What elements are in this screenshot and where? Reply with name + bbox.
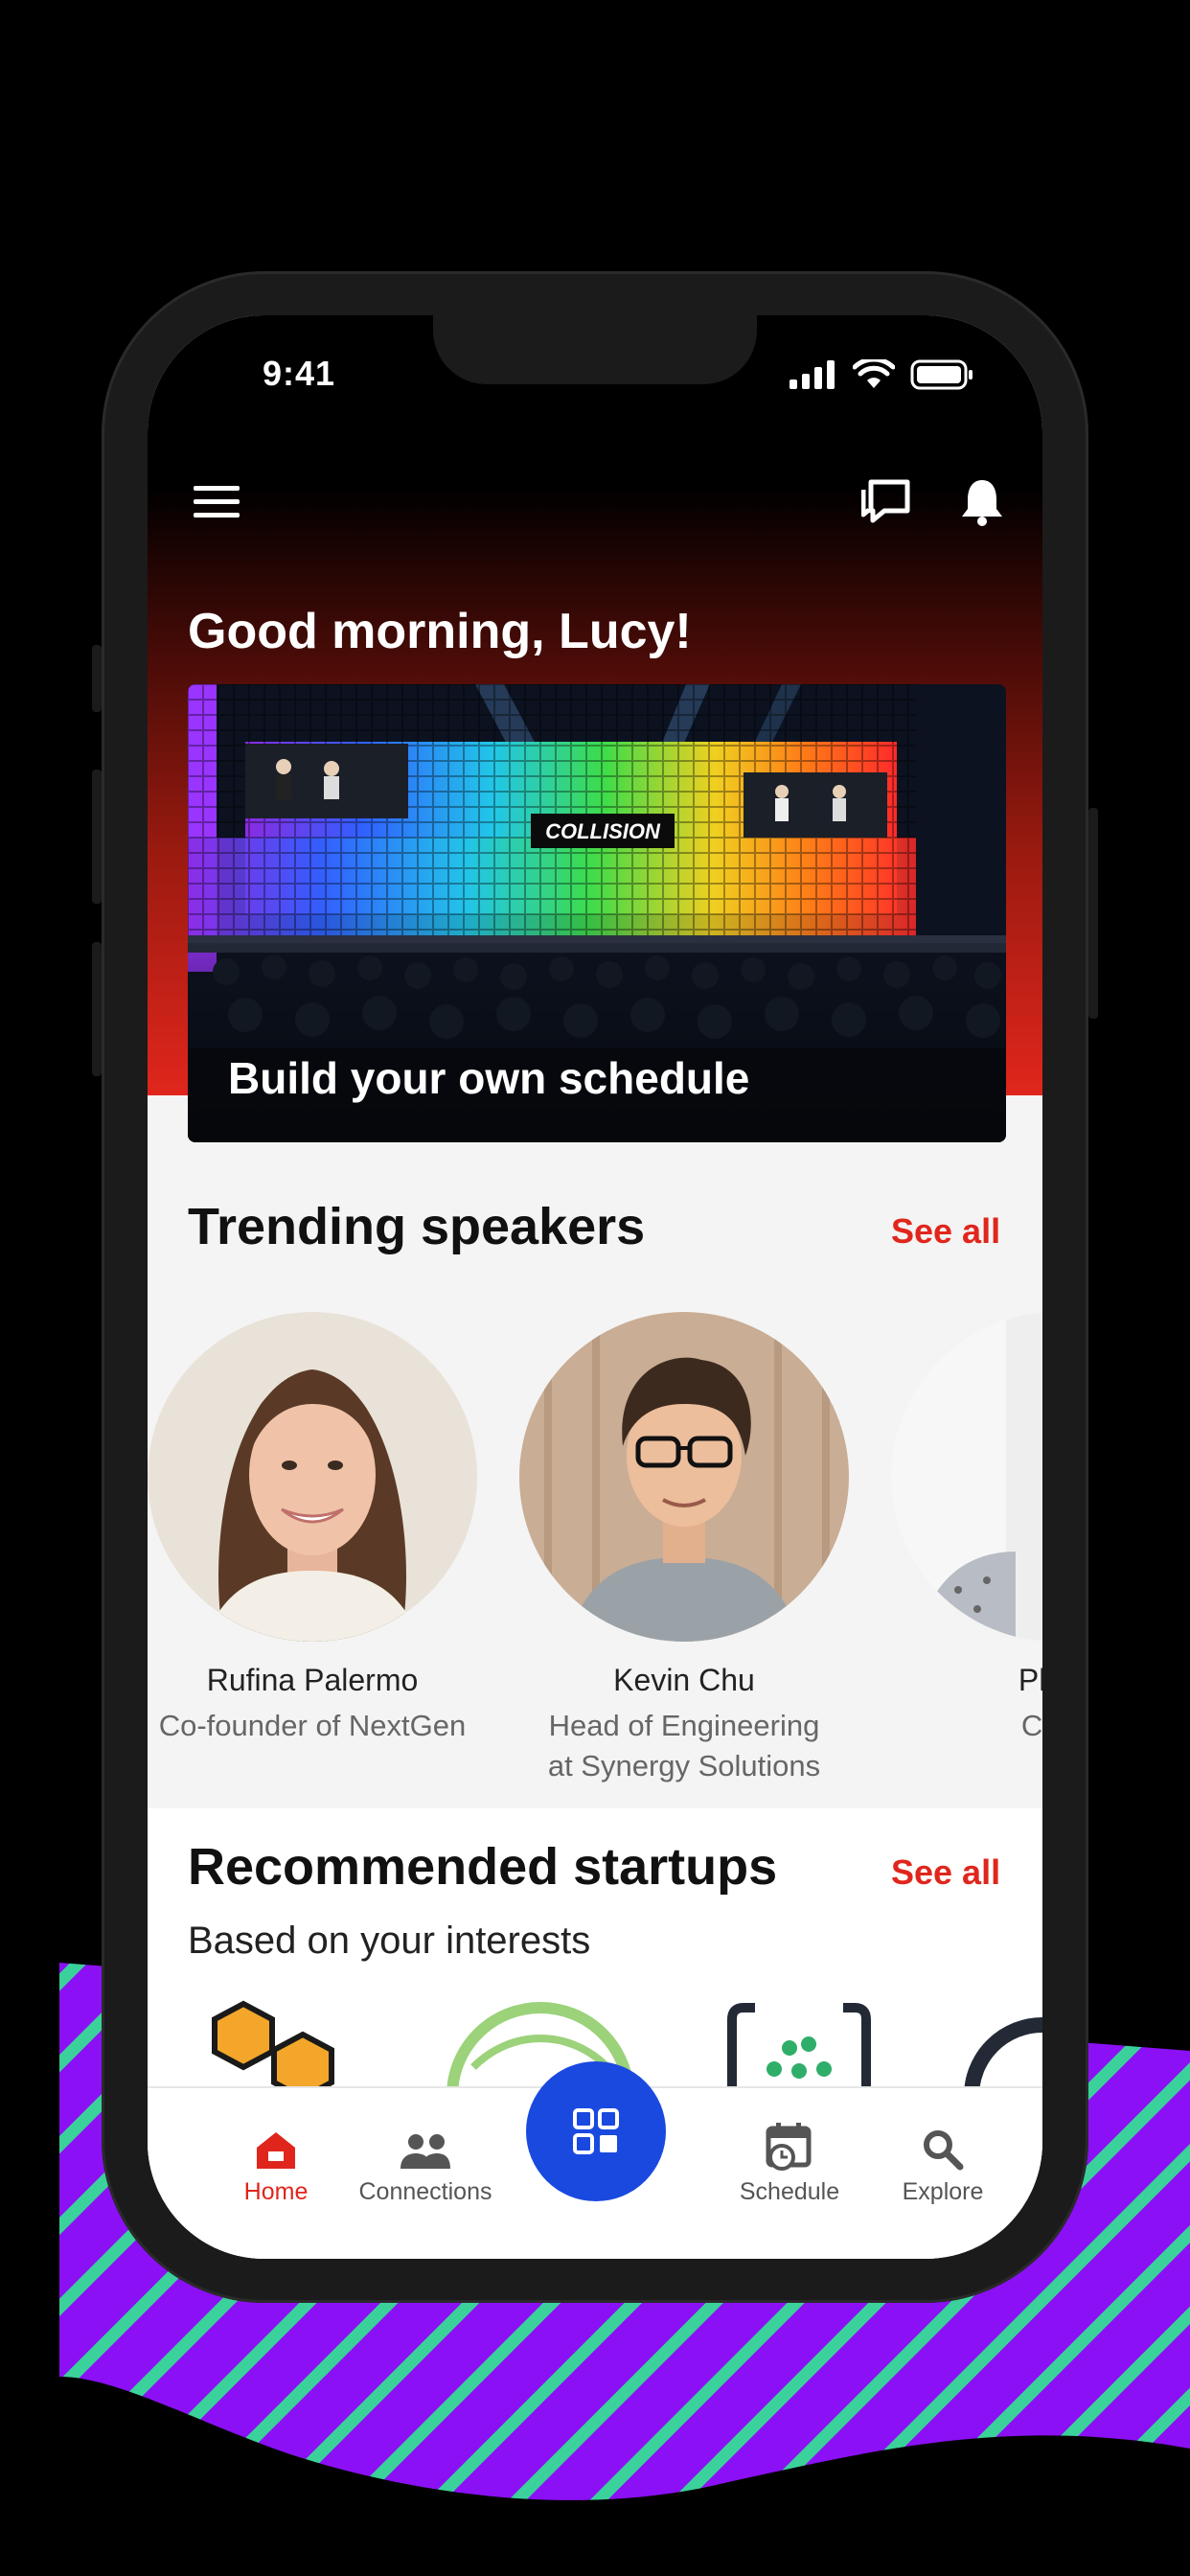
collision-sign: COLLISION (531, 814, 675, 848)
avatar (519, 1312, 849, 1642)
trending-speakers-title: Trending speakers (188, 1198, 646, 1255)
speaker-card-kevin[interactable]: Kevin Chu Head of Engineering at Synergy… (483, 1312, 885, 1786)
tab-schedule[interactable]: Schedule (722, 2123, 857, 2206)
tab-home[interactable]: Home (228, 2123, 324, 2206)
speaker-role-line1: Head of Engineering (548, 1709, 820, 1742)
qr-code-button[interactable] (526, 2061, 666, 2201)
people-icon (400, 2134, 450, 2169)
build-schedule-card[interactable]: COLLISION Build your own schedule (188, 684, 1006, 1142)
messages-button[interactable] (853, 469, 920, 536)
speakers-see-all-link[interactable]: See all (891, 1211, 1000, 1252)
volume-down-button (92, 942, 102, 1076)
search-icon (924, 2130, 964, 2171)
avatar (148, 1312, 477, 1642)
speaker-role-line2: at Synergy Solutions (547, 1749, 821, 1782)
wifi-icon (853, 359, 895, 388)
hamburger-menu-icon (194, 486, 240, 518)
volume-up-button (92, 770, 102, 904)
greeting-heading: Good morning, Lucy! (188, 604, 692, 659)
speaker-role: CMO (1020, 1709, 1042, 1742)
qr-code-icon (573, 2108, 619, 2154)
status-time: 9:41 (263, 354, 336, 393)
svg-text:COLLISION: COLLISION (545, 819, 661, 843)
tab-explore[interactable]: Explore (885, 2123, 1000, 2206)
tab-connections-label: Connections (358, 2178, 492, 2205)
top-bar (148, 469, 1042, 536)
tab-schedule-label: Schedule (739, 2178, 840, 2205)
battery-icon (910, 359, 973, 390)
startups-subtitle: Based on your interests (188, 1920, 591, 1962)
notifications-button[interactable] (949, 469, 1016, 536)
startup-logo-bracket-dots[interactable] (713, 2000, 885, 2086)
startup-logo-dark-ring[interactable] (962, 2000, 1042, 2086)
speaker-name: Kevin Chu (613, 1663, 755, 1697)
bell-icon (962, 480, 1002, 526)
calendar-clock-icon (766, 2123, 812, 2171)
speaker-card-rufina[interactable]: Rufina Palermo Co-founder of NextGen (148, 1312, 514, 1746)
power-button (1088, 808, 1098, 1019)
phone-frame: 9:41 Good morning, Lucy! COLLISION Build… (92, 271, 1098, 2303)
menu-button[interactable] (188, 469, 245, 536)
tab-explore-label: Explore (902, 2178, 984, 2205)
status-bar: 9:41 (148, 354, 1042, 402)
startups-see-all-link[interactable]: See all (891, 1852, 1000, 1893)
app-screen: 9:41 Good morning, Lucy! COLLISION Build… (148, 315, 1042, 2259)
recommended-startups-title: Recommended startups (188, 1838, 778, 1896)
silent-switch (92, 645, 102, 712)
chat-icon (861, 479, 910, 523)
avatar (891, 1312, 1042, 1642)
speaker-name: Philip (1018, 1663, 1042, 1697)
startup-logo-hexagons[interactable] (186, 2000, 368, 2096)
cellular-signal-icon (790, 360, 835, 389)
speaker-card-philip[interactable]: Philip CMO (855, 1312, 1042, 1746)
speaker-name: Rufina Palermo (206, 1663, 419, 1697)
tab-home-label: Home (243, 2178, 309, 2205)
tab-connections[interactable]: Connections (339, 2123, 512, 2206)
speaker-role: Co-founder of NextGen (158, 1709, 467, 1742)
home-icon (257, 2132, 295, 2169)
hero-title: Build your own schedule (228, 1053, 750, 1103)
